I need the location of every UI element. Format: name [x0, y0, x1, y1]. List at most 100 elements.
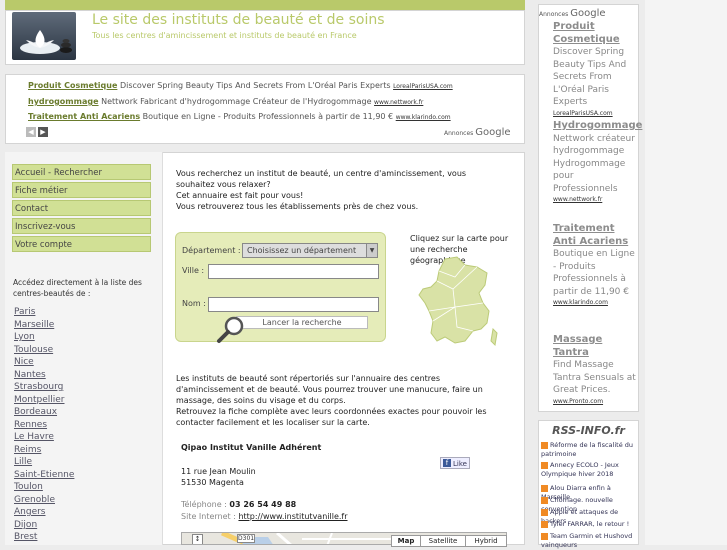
city-link[interactable]: Bordeaux	[14, 407, 57, 417]
map-type-satellite-button[interactable]: Satellite	[420, 535, 466, 547]
city-input[interactable]	[208, 264, 379, 279]
city-link[interactable]: Nice	[14, 357, 34, 367]
ads-by-google-label[interactable]: Annonces Google	[444, 127, 511, 138]
rss-item[interactable]: Team Garmin et Hushovd vainqueurs	[541, 532, 637, 550]
rss-item-label[interactable]: Tyler FARRAR, le retour !	[550, 520, 629, 528]
ad-url[interactable]: www.Pronto.com	[553, 397, 637, 406]
city-link[interactable]: Saint-Etienne	[14, 470, 74, 480]
city-link[interactable]: Montpellier	[14, 395, 65, 405]
ad-item[interactable]: Traitement Anti Acariens Boutique en Lig…	[553, 223, 637, 307]
department-select[interactable]: Choisissez un département ▼	[242, 243, 378, 258]
city-link[interactable]: Nantes	[14, 370, 46, 380]
nav-item-contact[interactable]: Contact	[12, 200, 151, 216]
prev-arrow-icon[interactable]: ◀	[26, 127, 36, 137]
city-link[interactable]: Marseille	[14, 320, 54, 330]
ad-title[interactable]: Traitement Anti Acariens	[28, 112, 140, 121]
rss-icon	[541, 532, 548, 540]
city-link[interactable]: Toulon	[14, 482, 43, 492]
road-label: D301	[237, 534, 256, 543]
ads-by-google-label[interactable]: Annonces Google	[539, 8, 606, 19]
city-link[interactable]: Strasbourg	[14, 382, 63, 392]
ad-item[interactable]: hydrogommage Nettwork Fabricant d'hydrog…	[28, 97, 423, 106]
city-link[interactable]: Grenoble	[14, 495, 55, 505]
ad-text: Find Massage Tantra Sensuals at Great Pr…	[553, 360, 636, 395]
ad-banner: Produit Cosmetique Discover Spring Beaut…	[5, 74, 525, 144]
ad-title[interactable]: Produit Cosmetique	[28, 81, 117, 90]
ad-item[interactable]: Hydrogommage Nettwork créateur hydrogomm…	[553, 120, 642, 204]
rss-item[interactable]: Réforme de la fiscalité du patrimoine	[541, 441, 637, 459]
ad-item[interactable]: Massage Tantra Find Massage Tantra Sensu…	[553, 334, 637, 406]
ad-title[interactable]: Hydrogommage	[553, 120, 642, 133]
ad-url[interactable]: www.klarindo.com	[553, 298, 637, 307]
listing-name[interactable]: Qipao Institut Vanille Adhérent	[181, 443, 321, 452]
map-type-map-button[interactable]: Map	[391, 535, 421, 547]
ad-title[interactable]: Produit Cosmetique	[553, 21, 637, 46]
ad-item[interactable]: Produit Cosmetique Discover Spring Beaut…	[553, 21, 637, 118]
rss-item[interactable]: Tyler FARRAR, le retour !	[541, 520, 637, 529]
page-margin	[645, 0, 727, 545]
listing-street: 11 rue Jean Moulin	[181, 467, 256, 476]
ad-url[interactable]: LorealParisUSA.com	[553, 109, 637, 118]
ad-text: Discover Spring Beauty Tips And Secrets …	[553, 47, 627, 107]
ad-url[interactable]: LorealParisUSA.com	[393, 83, 453, 90]
website-link[interactable]: http://www.institutvanille.fr	[238, 512, 347, 521]
site-logo[interactable]	[12, 12, 76, 60]
chevron-down-icon[interactable]: ▼	[366, 244, 377, 257]
intro-text: Vous recherchez un institut de beauté, u…	[176, 168, 496, 212]
city-label: Ville :	[182, 266, 205, 275]
ad-title[interactable]: Traitement Anti Acariens	[553, 223, 637, 248]
city-link[interactable]: Angers	[14, 507, 46, 517]
department-select-value: Choisissez un département	[247, 246, 357, 255]
rss-item[interactable]: Annecy ECOLO - Jeux Olympique hiver 2018	[541, 461, 637, 479]
france-map[interactable]	[415, 255, 501, 350]
nav-item-register[interactable]: Inscrivez-vous	[12, 218, 151, 234]
pan-control-icon[interactable]: ↕	[192, 534, 203, 544]
ad-url[interactable]: www.nettwork.fr	[553, 195, 637, 204]
rss-title[interactable]: RSS-INFO.fr	[539, 424, 638, 437]
search-button[interactable]: Lancer la recherche	[236, 316, 368, 329]
rss-item-label[interactable]: Réforme de la fiscalité du patrimoine	[541, 441, 633, 458]
city-link[interactable]: Reims	[14, 445, 41, 455]
city-link[interactable]: Dijon	[14, 520, 37, 530]
nav-item-home[interactable]: Accueil - Rechercher	[12, 164, 151, 180]
ad-item[interactable]: Produit Cosmetique Discover Spring Beaut…	[28, 81, 453, 90]
cities-intro: Accédez directement à la liste des centr…	[13, 278, 142, 298]
ad-text: Discover Spring Beauty Tips And Secrets …	[119, 81, 391, 90]
lotus-stones-icon	[20, 30, 72, 54]
city-link[interactable]: Paris	[14, 307, 35, 317]
phone-value: 03 26 54 49 88	[229, 500, 297, 509]
rss-box: RSS-INFO.fr Réforme de la fiscalité du p…	[538, 420, 639, 549]
nav-item-account[interactable]: Votre compte	[12, 236, 151, 252]
name-input[interactable]	[208, 297, 379, 312]
next-arrow-icon[interactable]: ▶	[38, 127, 48, 137]
rss-icon	[541, 441, 548, 449]
ad-url[interactable]: www.nettwork.fr	[374, 99, 423, 106]
rss-icon	[541, 520, 548, 528]
ad-title[interactable]: Massage Tantra	[553, 334, 637, 359]
facebook-icon: f	[443, 459, 451, 467]
site-title[interactable]: Le site des instituts de beauté et de so…	[92, 12, 385, 28]
city-link[interactable]: Rennes	[14, 420, 47, 430]
ad-item[interactable]: Traitement Anti Acariens Boutique en Lig…	[28, 112, 451, 121]
rss-icon	[541, 496, 548, 504]
ad-url[interactable]: www.klarindo.com	[396, 114, 451, 121]
intro-line: Cet annuaire est fait pour vous!	[176, 191, 304, 200]
rss-icon	[541, 508, 548, 516]
nav-item-job-sheet[interactable]: Fiche métier	[12, 182, 151, 198]
rss-item-label[interactable]: Annecy ECOLO - Jeux Olympique hiver 2018	[541, 461, 619, 478]
magnifier-icon	[215, 314, 245, 344]
ad-text: Nettwork créateur hydrogommage Hydrogomm…	[553, 133, 635, 194]
city-link[interactable]: Le Havre	[14, 432, 54, 442]
ads-label-brand: Google	[475, 127, 511, 138]
city-link[interactable]: Brest	[14, 532, 37, 542]
ad-title[interactable]: hydrogommage	[28, 97, 99, 106]
ad-text: Boutique en Ligne - Produits Professionn…	[553, 249, 635, 297]
rss-item-label[interactable]: Team Garmin et Hushovd vainqueurs	[541, 532, 632, 549]
city-link[interactable]: Lyon	[14, 332, 35, 342]
ads-label-brand: Google	[570, 8, 606, 19]
map-type-hybrid-button[interactable]: Hybrid	[465, 535, 507, 547]
city-link[interactable]: Lille	[14, 457, 32, 467]
sidebar-ads: Annonces Google Produit Cosmetique Disco…	[538, 4, 642, 412]
city-link[interactable]: Toulouse	[14, 345, 53, 355]
facebook-like-button[interactable]: f Like	[440, 457, 470, 469]
